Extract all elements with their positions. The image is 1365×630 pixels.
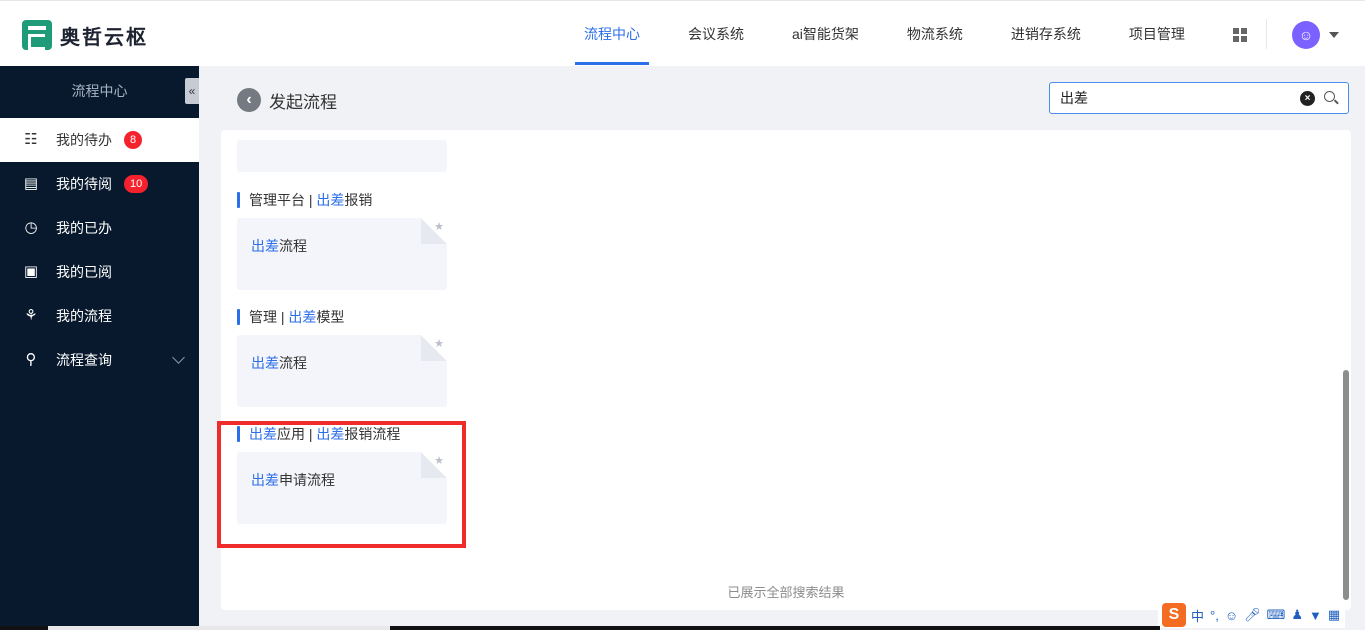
sidebar-item-my-todo[interactable]: ☷ 我的待办 8 bbox=[0, 118, 199, 162]
top-nav: 流程中心 会议系统 ai智能货架 物流系统 进销存系统 项目管理 bbox=[575, 1, 1224, 67]
end-of-results-text: 已展示全部搜索结果 bbox=[727, 585, 845, 600]
process-card[interactable]: 出差流程 ★ bbox=[237, 218, 447, 290]
sogou-logo-icon[interactable]: S bbox=[1162, 603, 1186, 627]
sidebar-item-my-to-read[interactable]: ▤ 我的待阅 10 bbox=[0, 162, 199, 206]
nav-item-ai-shelf[interactable]: ai智能货架 bbox=[783, 1, 868, 67]
page-header: ‹ 发起流程 × bbox=[221, 76, 1351, 122]
app-logo[interactable]: 奥哲云枢 bbox=[22, 20, 148, 50]
read-doc-icon: ▣ bbox=[23, 263, 39, 280]
chevron-down-icon[interactable] bbox=[172, 351, 185, 364]
scrollbar[interactable] bbox=[1343, 370, 1349, 600]
sidebar: 流程中心 « ☷ 我的待办 8 ▤ 我的待阅 10 ◷ 我的已办 ▣ 我的已阅 … bbox=[0, 66, 199, 630]
group-title: 管理 | 出差模型 bbox=[237, 309, 344, 325]
ime-toolbar: S 中 °, ☺ 🎤︎ ⌨ ♟ ▼ ▦ bbox=[1158, 602, 1346, 628]
process-card-partial[interactable] bbox=[237, 140, 447, 172]
mic-icon[interactable]: 🎤︎ bbox=[1244, 607, 1261, 623]
group-title: 管理平台 | 出差报销 bbox=[237, 192, 372, 208]
process-card-name: 出差流程 bbox=[251, 355, 307, 371]
nav-item-inventory[interactable]: 进销存系统 bbox=[1002, 1, 1090, 67]
search-input[interactable] bbox=[1060, 89, 1290, 107]
emoji-icon[interactable]: ☺ bbox=[1225, 608, 1238, 623]
search-icon: ⚲ bbox=[25, 351, 37, 368]
sidebar-item-my-done[interactable]: ◷ 我的已办 bbox=[0, 206, 199, 250]
sidebar-item-my-process[interactable]: ⚘ 我的流程 bbox=[0, 294, 199, 338]
nav-item-project[interactable]: 项目管理 bbox=[1120, 1, 1194, 67]
nav-item-process-center[interactable]: 流程中心 bbox=[575, 1, 649, 67]
divider bbox=[1266, 19, 1267, 49]
chevron-down-icon[interactable] bbox=[1329, 32, 1339, 38]
collapse-sidebar-icon[interactable]: « bbox=[185, 78, 199, 104]
done-clock-icon: ◷ bbox=[24, 219, 38, 236]
back-arrow-icon[interactable]: ‹ bbox=[237, 88, 261, 112]
search-icon[interactable] bbox=[1324, 91, 1335, 102]
logo-mark-icon bbox=[22, 20, 52, 50]
sidebar-item-my-read[interactable]: ▣ 我的已阅 bbox=[0, 250, 199, 294]
sidebar-item-label: 流程查询 bbox=[56, 352, 112, 368]
to-read-count-badge: 10 bbox=[124, 175, 149, 193]
ime-mode[interactable]: 中 bbox=[1191, 606, 1204, 625]
sidebar-item-label: 我的已办 bbox=[56, 220, 112, 236]
app-grid-icon[interactable] bbox=[1233, 28, 1247, 42]
process-card[interactable]: 出差流程 ★ bbox=[237, 335, 447, 407]
user-icon[interactable]: ♟ bbox=[1291, 607, 1303, 623]
keyboard-icon[interactable]: ⌨ bbox=[1267, 607, 1286, 623]
top-bar: 奥哲云枢 流程中心 会议系统 ai智能货架 物流系统 进销存系统 项目管理 ☺ bbox=[0, 0, 1365, 66]
star-icon[interactable]: ★ bbox=[434, 220, 444, 233]
nav-item-meeting[interactable]: 会议系统 bbox=[679, 1, 753, 67]
sidebar-title: 流程中心 bbox=[71, 83, 128, 99]
highlight-box bbox=[217, 421, 466, 548]
sidebar-item-label: 我的待阅 bbox=[56, 176, 112, 192]
star-icon[interactable]: ★ bbox=[434, 337, 444, 350]
todo-count-badge: 8 bbox=[124, 131, 143, 149]
nav-item-logistics[interactable]: 物流系统 bbox=[898, 1, 972, 67]
process-card-name: 出差流程 bbox=[251, 238, 307, 254]
to-read-icon: ▤ bbox=[23, 175, 39, 192]
app-name: 奥哲云枢 bbox=[60, 26, 148, 49]
sidebar-item-label: 我的待办 bbox=[56, 132, 112, 148]
sidebar-item-label: 我的流程 bbox=[56, 308, 112, 324]
clear-icon[interactable]: × bbox=[1300, 91, 1315, 106]
sidebar-item-process-query[interactable]: ⚲ 流程查询 bbox=[0, 338, 199, 382]
page-title: 发起流程 bbox=[269, 93, 337, 112]
taskbar-strip bbox=[0, 626, 1160, 630]
todo-list-icon: ☷ bbox=[24, 131, 38, 148]
org-chart-icon: ⚘ bbox=[24, 307, 38, 324]
avatar[interactable]: ☺ bbox=[1292, 21, 1320, 49]
search-box[interactable]: × bbox=[1049, 82, 1349, 114]
grid-menu-icon[interactable]: ▦ bbox=[1328, 607, 1340, 623]
sidebar-item-label: 我的已阅 bbox=[56, 264, 112, 280]
ime-punct[interactable]: °, bbox=[1210, 608, 1219, 623]
skin-icon[interactable]: ▼ bbox=[1309, 608, 1322, 623]
